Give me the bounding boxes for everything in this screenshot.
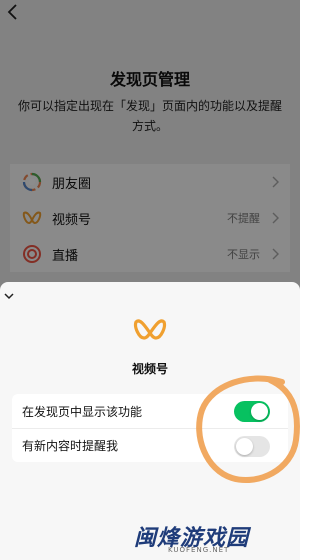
feature-list: 朋友圈 视频号 不提醒 直播 不显示	[10, 164, 290, 272]
list-item-label: 直播	[52, 248, 79, 264]
option-notify-new-content: 有新内容时提醒我	[12, 428, 288, 462]
notify-new-content-toggle[interactable]	[234, 436, 270, 457]
chevron-down-icon[interactable]	[2, 290, 16, 302]
option-label: 有新内容时提醒我	[22, 439, 119, 453]
page-description: 你可以指定出现在「发现」页面内的功能以及提醒方式。	[17, 99, 282, 133]
options-list: 在发现页中显示该功能 有新内容时提醒我	[12, 394, 288, 462]
list-item-value: 不提醒	[227, 212, 260, 225]
watermark-subtext: KUOFENG.NET	[168, 546, 230, 554]
toggle-knob	[236, 438, 253, 455]
list-item-label: 朋友圈	[52, 176, 92, 192]
list-item-live[interactable]: 直播 不显示	[10, 236, 290, 272]
page-title: 发现页管理	[109, 70, 190, 89]
option-show-in-discover: 在发现页中显示该功能	[12, 394, 288, 428]
discover-management-page: 发现页管理 你可以指定出现在「发现」页面内的功能以及提醒方式。 朋友圈 视频号 …	[0, 0, 300, 290]
chevron-right-icon	[272, 212, 279, 224]
option-label: 在发现页中显示该功能	[22, 404, 143, 419]
list-item-moments[interactable]: 朋友圈	[10, 164, 290, 200]
chevron-right-icon	[272, 248, 279, 260]
back-arrow-icon[interactable]	[4, 2, 24, 22]
toggle-knob	[251, 403, 268, 420]
list-item-value: 不显示	[227, 248, 260, 261]
watermark-logo: 闽烽游戏园 KUOFENG.NET	[128, 518, 270, 558]
list-item-label: 视频号	[52, 212, 92, 228]
channels-logo-icon	[133, 319, 167, 340]
live-icon	[23, 245, 41, 263]
list-item-channels[interactable]: 视频号 不提醒	[10, 200, 290, 236]
show-in-discover-toggle[interactable]	[234, 401, 270, 422]
channels-icon	[22, 211, 42, 225]
chevron-right-icon	[272, 176, 279, 188]
moments-icon	[22, 172, 42, 192]
sheet-title: 视频号	[131, 362, 168, 376]
